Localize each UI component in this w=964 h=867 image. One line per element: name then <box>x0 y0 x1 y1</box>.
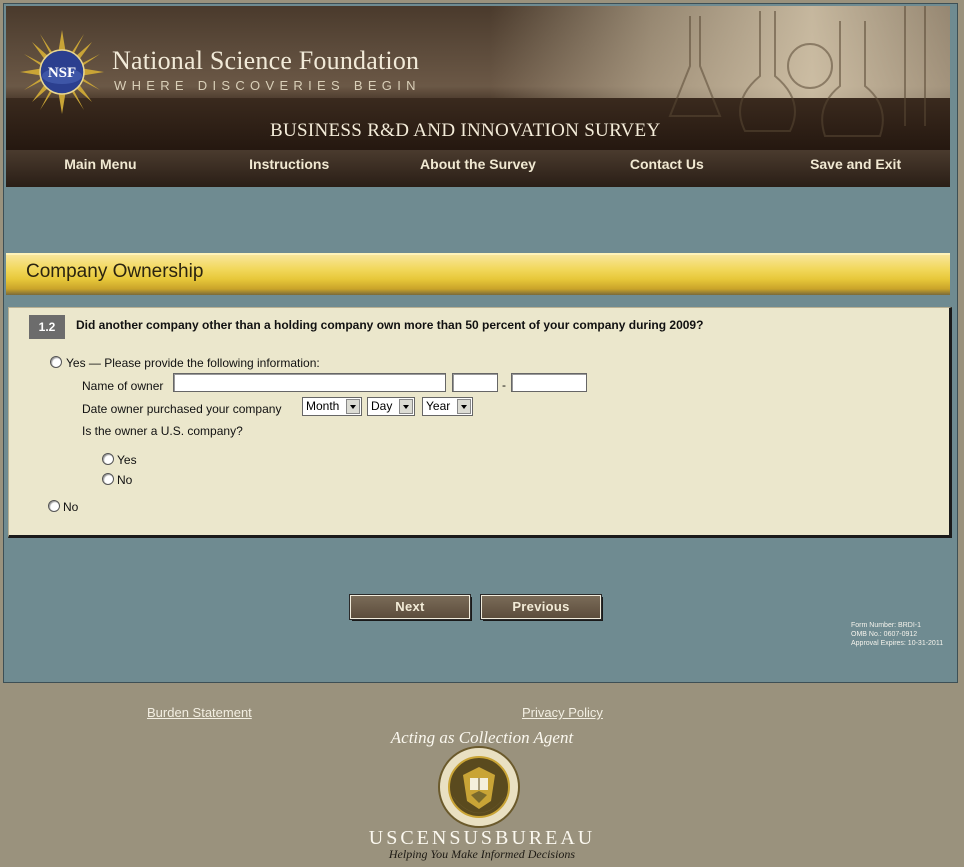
purchase-month-value: Month <box>306 399 340 413</box>
us-company-yes-radio[interactable] <box>102 453 114 465</box>
census-bureau-seal <box>438 746 520 828</box>
ownership-no-radio[interactable] <box>48 500 60 512</box>
ein-separator: - <box>502 378 506 392</box>
form-meta: Form Number: BRDI-1 OMB No.: 0607-0912 A… <box>851 621 943 648</box>
previous-button[interactable]: Previous <box>480 594 602 620</box>
purchase-year-select[interactable]: Year <box>422 397 473 416</box>
owner-name-input[interactable] <box>173 373 446 392</box>
header-banner: NSF National Science Foundation WHERE DI… <box>6 6 950 152</box>
main-nav: Main Menu Instructions About the Survey … <box>6 150 950 187</box>
purchase-day-select[interactable]: Day <box>367 397 415 416</box>
question-panel: 1.2 Did another company other than a hol… <box>8 307 952 538</box>
next-button[interactable]: Next <box>349 594 471 620</box>
survey-title: BUSINESS R&D AND INNOVATION SURVEY <box>270 120 661 141</box>
nav-contact-us[interactable]: Contact Us <box>572 150 761 187</box>
privacy-policy-link[interactable]: Privacy Policy <box>522 705 603 720</box>
question-text: Did another company other than a holding… <box>76 318 704 332</box>
ownership-no-label: No <box>63 500 79 514</box>
nav-main-menu[interactable]: Main Menu <box>6 150 195 187</box>
organization-name: National Science Foundation <box>112 46 420 75</box>
us-company-no-radio[interactable] <box>102 473 114 485</box>
nsf-logo: NSF <box>20 30 104 114</box>
nav-about-survey[interactable]: About the Survey <box>384 150 573 187</box>
purchase-month-select[interactable]: Month <box>302 397 362 416</box>
nav-save-and-exit[interactable]: Save and Exit <box>761 150 950 187</box>
form-number: Form Number: BRDI-1 <box>851 622 922 629</box>
nav-instructions[interactable]: Instructions <box>195 150 384 187</box>
chevron-down-icon <box>399 399 413 414</box>
us-company-label: Is the owner a U.S. company? <box>82 424 243 438</box>
omb-number: OMB No.: 0607-0912 <box>851 631 918 638</box>
owner-ein-part2-input[interactable] <box>511 373 587 392</box>
ownership-yes-label: Yes — Please provide the following infor… <box>66 356 320 370</box>
us-company-yes-label: Yes <box>117 453 137 467</box>
section-title: Company Ownership <box>26 261 204 282</box>
owner-name-label: Name of owner <box>82 379 164 393</box>
purchase-day-value: Day <box>371 399 393 413</box>
approval-expiry: Approval Expires: 10-31-2011 <box>851 640 944 647</box>
ownership-yes-radio[interactable] <box>50 356 62 368</box>
burden-statement-link[interactable]: Burden Statement <box>147 705 252 720</box>
nsf-logo-text: NSF <box>48 65 76 81</box>
chevron-down-icon <box>346 399 360 414</box>
purchase-year-value: Year <box>426 399 451 413</box>
section-header: Company Ownership <box>6 253 950 295</box>
organization-tagline: WHERE DISCOVERIES BEGIN <box>114 78 421 93</box>
census-bureau-tagline: Helping You Make Informed Decisions <box>388 847 576 861</box>
question-number-badge: 1.2 <box>29 315 65 339</box>
purchase-date-label: Date owner purchased your company <box>82 402 282 416</box>
us-company-no-label: No <box>117 473 133 487</box>
lab-glassware-image <box>668 6 926 137</box>
owner-ein-part1-input[interactable] <box>452 373 498 392</box>
chevron-down-icon <box>457 399 471 414</box>
